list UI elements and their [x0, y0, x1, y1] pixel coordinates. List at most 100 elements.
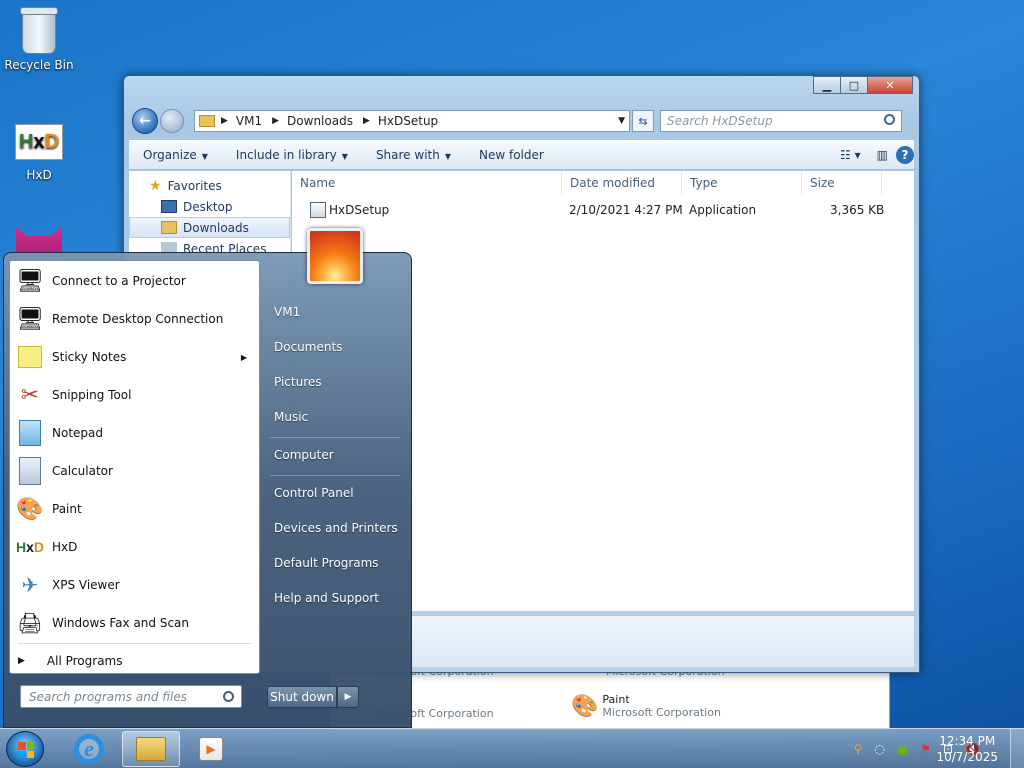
program-snipping-tool[interactable]: ✂ Snipping Tool: [14, 377, 257, 413]
chevron-down-icon[interactable]: ▼: [618, 116, 625, 126]
desktop-icon-label: HxD: [26, 168, 52, 182]
chevron-right-icon: ▶: [362, 116, 370, 126]
navigation-bar: ← ▶ VM1 ▶ Downloads ▶ HxDSetup ▼ ⇆ Searc…: [132, 108, 911, 134]
media-player-icon: ▶: [199, 737, 223, 761]
program-connect-to-projector[interactable]: 🖥 Connect to a Projector: [14, 263, 257, 299]
view-options-icon[interactable]: ☷ ▾: [840, 148, 861, 162]
user-picture[interactable]: [307, 228, 363, 284]
nvidia-tray-icon[interactable]: ▣: [897, 742, 908, 756]
shutdown-button[interactable]: Shut down: [267, 686, 337, 708]
start-button[interactable]: [6, 731, 44, 767]
back-button[interactable]: ←: [132, 108, 158, 134]
minimize-button[interactable]: ▁: [813, 76, 841, 94]
program-hxd[interactable]: Hx D HxD: [14, 529, 257, 565]
start-link-devices-and-printers[interactable]: Devices and Printers: [274, 521, 398, 535]
shutdown-options-button[interactable]: ▶: [337, 686, 359, 708]
windows-logo-icon: [18, 742, 34, 758]
start-search-input[interactable]: Search programs and files: [20, 685, 242, 708]
star-icon: ★: [149, 177, 162, 194]
program-sticky-notes[interactable]: Sticky Notes ▶: [14, 339, 257, 375]
breadcrumb-hxdsetup[interactable]: HxDSetup: [378, 114, 438, 128]
breadcrumb-vm1[interactable]: VM1: [236, 114, 262, 128]
chevron-right-icon: ▶: [18, 656, 25, 666]
column-header-date-modified[interactable]: Date modified: [562, 171, 682, 195]
search-icon: [884, 114, 895, 125]
program-windows-fax-and-scan[interactable]: 🖨 Windows Fax and Scan: [14, 605, 257, 641]
clock-time: 12:34 PM: [939, 734, 996, 748]
column-header-size[interactable]: Size: [802, 171, 882, 195]
folder-icon: [136, 737, 166, 761]
desktop-icon-hxd[interactable]: HxD HxD: [3, 118, 75, 182]
paint-palette-icon: 🎨: [571, 693, 599, 719]
start-link-music[interactable]: Music: [274, 410, 308, 424]
action-center-flag-icon[interactable]: ⚑: [920, 742, 931, 756]
refresh-button[interactable]: ⇆: [632, 110, 654, 132]
submenu-arrow-icon: ▶: [240, 352, 247, 362]
file-type: Application: [689, 203, 757, 217]
search-icon: [223, 691, 234, 702]
share-with-button[interactable]: Share with ▼: [362, 148, 465, 162]
address-bar[interactable]: ▶ VM1 ▶ Downloads ▶ HxDSetup ▼: [194, 110, 630, 132]
hxd-icon: HxD: [15, 539, 45, 555]
all-programs-button[interactable]: ▶ All Programs: [18, 651, 123, 671]
forward-button[interactable]: [160, 109, 184, 133]
hxd-icon: HxD: [15, 118, 63, 166]
calculator-icon: [14, 455, 46, 487]
program-xps-viewer[interactable]: ✈ XPS Viewer: [14, 567, 257, 603]
window-controls: ▁ □ ✕: [813, 76, 913, 94]
program-calculator[interactable]: Calculator: [14, 453, 257, 489]
desktop-icon-recycle-bin[interactable]: Recycle Bin: [3, 7, 75, 72]
include-in-library-button[interactable]: Include in library ▼: [222, 148, 362, 162]
network-tray-icon[interactable]: ◌: [874, 742, 884, 756]
internet-explorer-icon: e: [74, 734, 104, 764]
program-remote-desktop[interactable]: 🖥 Remote Desktop Connection: [14, 301, 257, 337]
search-tray-icon[interactable]: ⚲: [854, 742, 863, 756]
start-link-default-programs[interactable]: Default Programs: [274, 556, 379, 570]
divider: [270, 475, 400, 476]
start-link-help-and-support[interactable]: Help and Support: [274, 591, 379, 605]
column-header-type[interactable]: Type: [682, 171, 802, 195]
file-row[interactable]: HxDSetup 2/10/2021 4:27 PM Application 3…: [292, 199, 914, 221]
new-folder-button[interactable]: New folder: [465, 148, 558, 162]
breadcrumb-downloads[interactable]: Downloads: [287, 114, 353, 128]
file-size: 3,365 KB: [830, 203, 885, 217]
nav-desktop[interactable]: Desktop: [129, 196, 290, 217]
preview-pane-icon[interactable]: ▥: [877, 148, 888, 162]
scissors-icon: ✂: [20, 382, 40, 408]
xps-viewer-icon: ✈: [21, 573, 39, 597]
taskbar-windows-explorer[interactable]: [122, 731, 180, 767]
divider: [270, 437, 400, 438]
projector-icon: 🖥: [16, 268, 44, 294]
nav-downloads[interactable]: Downloads: [129, 217, 290, 238]
column-header-name[interactable]: Name: [292, 171, 562, 195]
start-link-user[interactable]: VM1: [274, 305, 300, 319]
start-menu-programs: 🖥 Connect to a Projector 🖥 Remote Desktop …: [9, 260, 260, 674]
organize-button[interactable]: Organize ▼: [129, 148, 222, 162]
divider: [18, 643, 251, 644]
start-link-control-panel[interactable]: Control Panel: [274, 486, 354, 500]
start-link-pictures[interactable]: Pictures: [274, 375, 322, 389]
taskbar: e ▶ ⚲ ◌ ▣ ⚑ ⊡ 🔇 12:34 PM 10/7/2025: [0, 728, 1024, 768]
maximize-button[interactable]: □: [840, 76, 868, 94]
bg-item-paint[interactable]: 🎨 Paint Microsoft Corporation: [571, 693, 721, 719]
file-name: HxDSetup: [329, 203, 390, 217]
close-button[interactable]: ✕: [867, 76, 913, 94]
start-link-documents[interactable]: Documents: [274, 340, 342, 354]
program-paint[interactable]: 🎨 Paint: [14, 491, 257, 527]
desktop-icon-label: Recycle Bin: [4, 58, 74, 72]
recycle-bin-icon: [15, 7, 63, 56]
start-link-computer[interactable]: Computer: [274, 448, 334, 462]
nav-favorites[interactable]: ★ Favorites: [129, 175, 290, 196]
command-bar: Organize ▼ Include in library ▼ Share with…: [129, 140, 914, 170]
search-input[interactable]: Search HxDSetup: [660, 110, 902, 132]
program-notepad[interactable]: Notepad: [14, 415, 257, 451]
remote-desktop-icon: 🖥: [16, 306, 44, 332]
taskbar-media-player[interactable]: ▶: [182, 731, 240, 767]
clock[interactable]: 12:34 PM 10/7/2025: [936, 733, 998, 765]
show-desktop-button[interactable]: [1010, 729, 1024, 768]
help-icon[interactable]: ?: [896, 146, 914, 164]
taskbar-internet-explorer[interactable]: e: [60, 731, 118, 767]
application-icon: [310, 202, 326, 218]
search-placeholder: Search HxDSetup: [667, 114, 773, 128]
sticky-notes-icon: [14, 341, 46, 373]
